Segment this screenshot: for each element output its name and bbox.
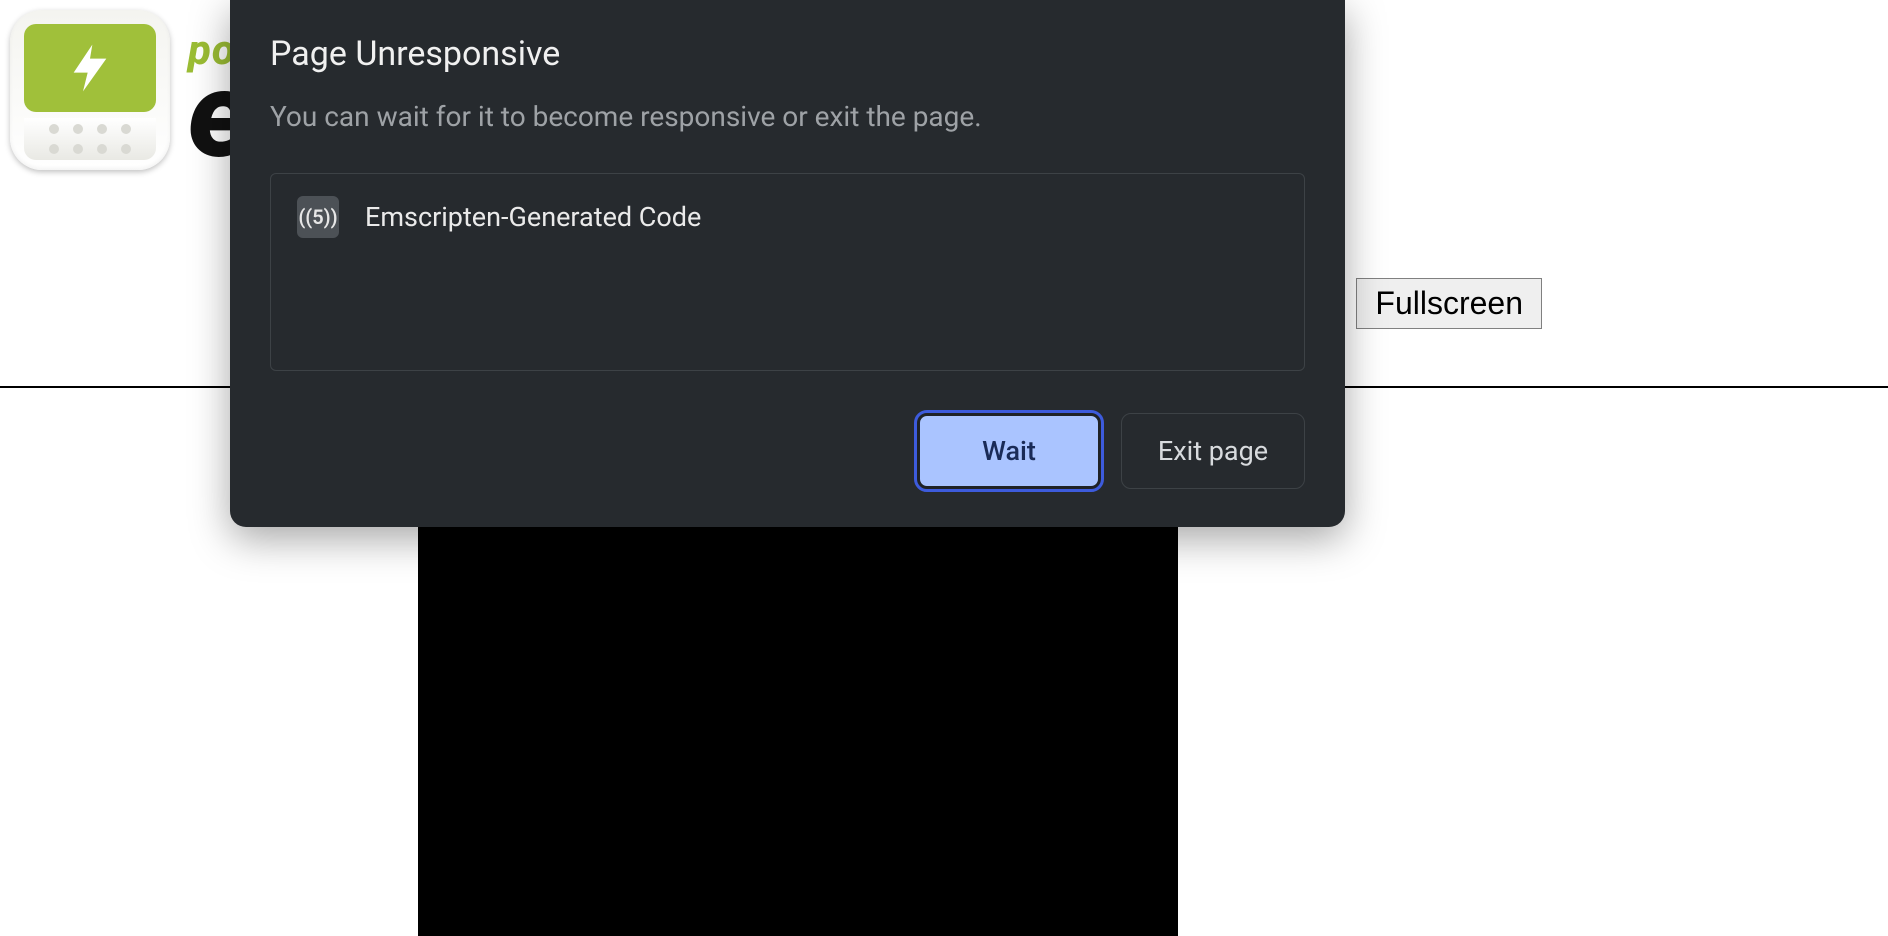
unresponsive-tab-item: ((5)) Emscripten-Generated Code <box>297 196 1278 238</box>
wait-button[interactable]: Wait <box>917 413 1101 489</box>
fullscreen-button[interactable]: Fullscreen <box>1356 278 1542 329</box>
favicon-glyph: ((5)) <box>298 205 337 229</box>
unresponsive-tab-title: Emscripten-Generated Code <box>365 201 701 233</box>
logo-block: po e <box>10 10 247 170</box>
keyboard-icon <box>24 118 156 160</box>
dialog-actions: Wait Exit page <box>270 413 1305 489</box>
exit-page-button[interactable]: Exit page <box>1121 413 1305 489</box>
emscripten-app-icon <box>10 10 170 170</box>
lightning-icon <box>24 24 156 112</box>
broadcast-icon: ((5)) <box>297 196 339 238</box>
page-unresponsive-dialog: Page Unresponsive You can wait for it to… <box>230 0 1345 527</box>
page-root: po e Fullscreen Page Unresponsive You ca… <box>0 0 1888 936</box>
dialog-description: You can wait for it to become responsive… <box>270 100 1305 133</box>
unresponsive-tabs-list: ((5)) Emscripten-Generated Code <box>270 173 1305 371</box>
dialog-title: Page Unresponsive <box>270 34 1305 74</box>
